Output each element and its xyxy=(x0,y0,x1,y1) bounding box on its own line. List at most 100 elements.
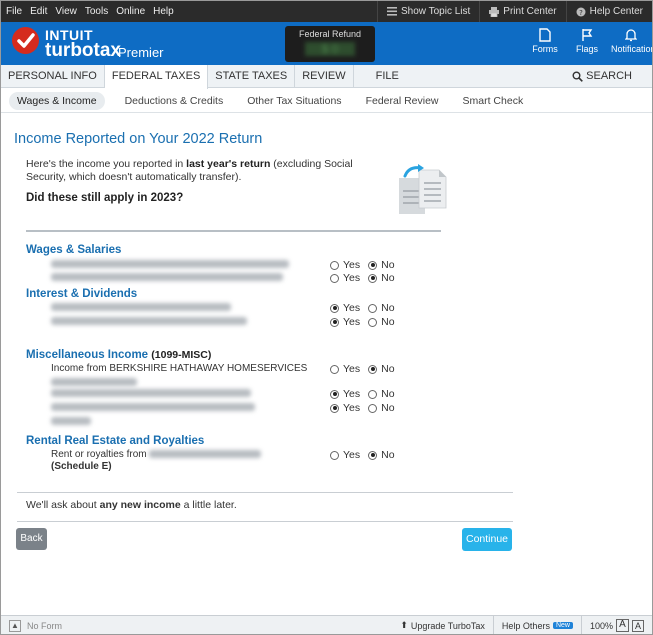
tab-review[interactable]: REVIEW xyxy=(295,65,354,88)
footer-note-prefix: We'll ask about xyxy=(26,499,100,511)
subtab-deductions-credits[interactable]: Deductions & Credits xyxy=(125,95,224,107)
menu-online[interactable]: Online xyxy=(116,6,145,17)
tab-file[interactable]: FILE xyxy=(354,65,421,88)
main-content: Income Reported on Your 2022 Return Here… xyxy=(1,114,652,614)
search-button[interactable]: SEARCH xyxy=(572,65,652,87)
subtab-other-tax-situations[interactable]: Other Tax Situations xyxy=(247,95,341,107)
increase-font-button[interactable]: A xyxy=(616,619,629,632)
new-badge: New xyxy=(552,622,573,629)
yes-option[interactable]: Yes xyxy=(330,388,360,400)
no-form-label: No Form xyxy=(27,620,63,631)
income-row: Yes No xyxy=(51,316,431,330)
yes-option[interactable]: Yes xyxy=(330,302,360,314)
bell-icon xyxy=(625,29,637,42)
no-option[interactable]: No xyxy=(368,272,395,284)
yes-radio[interactable] xyxy=(330,260,339,270)
subtab-smart-check[interactable]: Smart Check xyxy=(463,95,524,107)
menu-file[interactable]: File xyxy=(6,6,22,17)
income-row-label xyxy=(51,402,255,413)
tab-federal-taxes[interactable]: FEDERAL TAXES xyxy=(104,65,209,89)
intro-bold: last year's return xyxy=(186,158,271,170)
no-label: No xyxy=(381,363,395,375)
no-option[interactable]: No xyxy=(368,259,395,271)
federal-refund-meter[interactable]: Federal Refund $ 0 xyxy=(285,26,375,62)
redacted-continuation xyxy=(51,376,137,388)
back-button[interactable]: Back xyxy=(16,528,47,550)
redacted-property-name xyxy=(149,450,262,459)
show-topic-list-button[interactable]: Show Topic List xyxy=(376,1,479,22)
yes-option[interactable]: Yes xyxy=(330,363,360,375)
question-text: Did these still apply in 2023? xyxy=(26,192,184,204)
redacted-payer-name xyxy=(51,389,251,398)
forms-button[interactable]: Forms xyxy=(525,28,565,54)
no-option[interactable]: No xyxy=(368,302,395,314)
tab-state-taxes[interactable]: STATE TAXES xyxy=(208,65,296,88)
yes-radio[interactable] xyxy=(330,273,339,283)
interest-dividends-heading: Interest & Dividends xyxy=(26,288,137,300)
page-title: Income Reported on Your 2022 Return xyxy=(14,131,263,147)
main-tabs: PERSONAL INFO FEDERAL TAXES STATE TAXES … xyxy=(1,65,652,89)
no-option[interactable]: No xyxy=(368,388,395,400)
no-radio[interactable] xyxy=(368,389,378,399)
zoom-level: 100% xyxy=(589,620,613,631)
zoom-controls: 100% A A xyxy=(580,616,652,634)
no-option[interactable]: No xyxy=(368,402,395,414)
no-option[interactable]: No xyxy=(368,363,395,375)
form-indicator[interactable]: ▲ No Form xyxy=(1,619,63,632)
no-label: No xyxy=(381,388,395,400)
printer-icon xyxy=(489,6,500,17)
continue-button[interactable]: Continue xyxy=(462,528,512,551)
rent-royalties-prefix: Rent or royalties from xyxy=(51,449,147,460)
yes-radio[interactable] xyxy=(330,303,339,313)
yes-radio[interactable] xyxy=(330,364,339,374)
yes-no-group: Yes No xyxy=(330,272,403,284)
yes-option[interactable]: Yes xyxy=(330,272,360,284)
flags-button[interactable]: Flags xyxy=(567,28,607,54)
divider xyxy=(17,521,513,522)
wages-salaries-heading-text: Wages & Salaries xyxy=(26,244,122,256)
yes-radio[interactable] xyxy=(330,450,339,460)
redacted-text xyxy=(51,378,137,387)
notifications-button[interactable]: Notifications xyxy=(611,28,652,54)
redacted-text xyxy=(51,417,91,426)
no-option[interactable]: No xyxy=(368,449,395,461)
no-radio[interactable] xyxy=(368,303,378,313)
upgrade-button[interactable]: ⬆ Upgrade TurboTax xyxy=(392,616,493,634)
no-option[interactable]: No xyxy=(368,316,395,328)
no-label: No xyxy=(381,272,395,284)
help-others-button[interactable]: Help Others New xyxy=(492,616,581,634)
no-radio[interactable] xyxy=(368,273,378,283)
yes-option[interactable]: Yes xyxy=(330,259,360,271)
no-radio[interactable] xyxy=(368,403,378,413)
menu-tools[interactable]: Tools xyxy=(85,6,108,17)
no-radio[interactable] xyxy=(368,450,378,460)
svg-text:?: ? xyxy=(579,9,583,17)
subtab-wages-income[interactable]: Wages & Income xyxy=(9,91,105,110)
yes-option[interactable]: Yes xyxy=(330,316,360,328)
help-center-button[interactable]: ? Help Center xyxy=(565,1,652,22)
decrease-font-button[interactable]: A xyxy=(632,619,644,632)
tab-personal-info[interactable]: PERSONAL INFO xyxy=(1,65,105,88)
income-row-label: Rent or royalties from (Schedule E) xyxy=(51,449,293,473)
menu-help[interactable]: Help xyxy=(153,6,174,17)
no-radio[interactable] xyxy=(368,260,378,270)
subtab-federal-review[interactable]: Federal Review xyxy=(366,95,439,107)
yes-radio[interactable] xyxy=(330,389,339,399)
redacted-payer-name xyxy=(51,317,247,326)
income-row-label xyxy=(51,272,283,283)
print-center-button[interactable]: Print Center xyxy=(479,1,565,22)
yes-option[interactable]: Yes xyxy=(330,402,360,414)
no-radio[interactable] xyxy=(368,364,378,374)
section-divider xyxy=(26,230,441,232)
menu-edit[interactable]: Edit xyxy=(30,6,47,17)
yes-radio[interactable] xyxy=(330,317,339,327)
menu-view[interactable]: View xyxy=(55,6,77,17)
yes-radio[interactable] xyxy=(330,403,339,413)
documents-transfer-icon xyxy=(399,164,447,214)
yes-option[interactable]: Yes xyxy=(330,449,360,461)
caret-up-icon[interactable]: ▲ xyxy=(9,619,21,632)
forms-label: Forms xyxy=(532,44,558,54)
sub-tabs: Wages & Income Deductions & Credits Othe… xyxy=(1,89,652,113)
no-radio[interactable] xyxy=(368,317,378,327)
income-row: Rent or royalties from (Schedule E) Yes … xyxy=(51,449,431,475)
